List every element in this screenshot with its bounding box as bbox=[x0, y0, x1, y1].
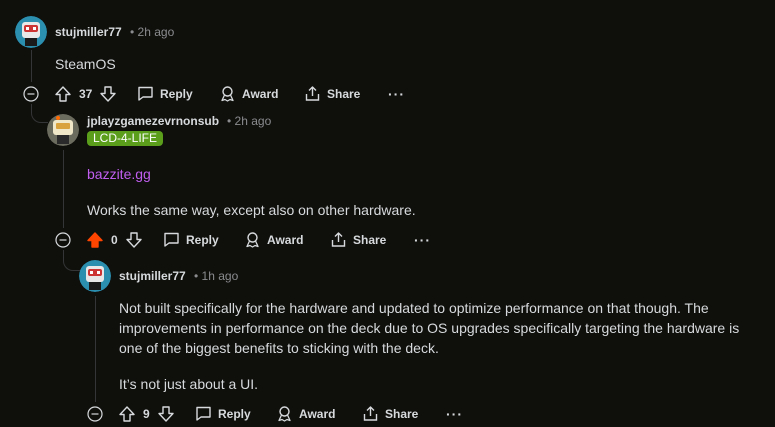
user-flair: LCD-4-LIFE bbox=[87, 131, 164, 146]
downvote-icon[interactable] bbox=[125, 231, 143, 249]
reply-label: Reply bbox=[218, 406, 251, 421]
reply-label: Reply bbox=[160, 86, 193, 101]
comment-author[interactable]: jplayzgamezevrnonsub bbox=[87, 114, 219, 128]
comment-body: It’s not just about a UI. bbox=[119, 376, 259, 392]
award-icon bbox=[244, 231, 261, 248]
reply-button[interactable]: Reply bbox=[163, 231, 219, 248]
avatar[interactable] bbox=[47, 114, 79, 146]
collapse-icon[interactable] bbox=[55, 232, 71, 248]
thread-line bbox=[63, 150, 64, 228]
comment-timestamp[interactable]: • 1h ago bbox=[194, 269, 238, 283]
thread-connector bbox=[31, 104, 48, 123]
more-options-icon[interactable]: ··· bbox=[388, 86, 405, 102]
comment-body: SteamOS bbox=[55, 56, 116, 72]
avatar[interactable] bbox=[79, 260, 111, 292]
comment-link[interactable]: bazzite.gg bbox=[87, 164, 151, 184]
share-icon bbox=[330, 231, 347, 248]
comment-body: Works the same way, except also on other… bbox=[87, 202, 416, 218]
share-button[interactable]: Share bbox=[304, 85, 360, 102]
comment-body: Not built specifically for the hardware … bbox=[119, 300, 740, 356]
award-button[interactable]: Award bbox=[219, 85, 278, 102]
downvote-icon[interactable] bbox=[99, 85, 117, 103]
thread-connector bbox=[63, 250, 80, 271]
share-icon bbox=[362, 405, 379, 422]
award-icon bbox=[276, 405, 293, 422]
more-options-icon[interactable]: ··· bbox=[414, 232, 431, 248]
comment-icon bbox=[137, 85, 154, 102]
vote-count: 0 bbox=[111, 233, 118, 247]
award-button[interactable]: Award bbox=[244, 231, 303, 248]
comment-author[interactable]: stujmiller77 bbox=[55, 25, 122, 39]
award-label: Award bbox=[299, 406, 336, 421]
share-button[interactable]: Share bbox=[362, 405, 418, 422]
award-label: Award bbox=[267, 232, 304, 247]
collapse-icon[interactable] bbox=[23, 86, 39, 102]
share-label: Share bbox=[353, 232, 387, 247]
vote-count: 9 bbox=[143, 407, 150, 421]
upvote-icon-active[interactable] bbox=[86, 231, 104, 249]
upvote-icon[interactable] bbox=[118, 405, 136, 423]
comment-timestamp[interactable]: • 2h ago bbox=[130, 25, 174, 39]
award-label: Award bbox=[242, 86, 279, 101]
reply-button[interactable]: Reply bbox=[195, 405, 251, 422]
share-icon bbox=[304, 85, 321, 102]
reply-label: Reply bbox=[186, 232, 219, 247]
comment-timestamp[interactable]: • 2h ago bbox=[227, 114, 271, 128]
reply-button[interactable]: Reply bbox=[137, 85, 193, 102]
award-icon bbox=[219, 85, 236, 102]
share-button[interactable]: Share bbox=[330, 231, 386, 248]
comment-icon bbox=[163, 231, 180, 248]
share-label: Share bbox=[385, 406, 419, 421]
comment-icon bbox=[195, 405, 212, 422]
thread-line bbox=[31, 50, 32, 82]
downvote-icon[interactable] bbox=[157, 405, 175, 423]
collapse-icon[interactable] bbox=[87, 406, 103, 422]
share-label: Share bbox=[327, 86, 361, 101]
thread-line bbox=[95, 296, 96, 402]
avatar[interactable] bbox=[15, 16, 47, 48]
comment-author[interactable]: stujmiller77 bbox=[119, 269, 186, 283]
award-button[interactable]: Award bbox=[276, 405, 335, 422]
vote-count: 37 bbox=[79, 87, 93, 101]
upvote-icon[interactable] bbox=[54, 85, 72, 103]
more-options-icon[interactable]: ··· bbox=[446, 406, 463, 422]
